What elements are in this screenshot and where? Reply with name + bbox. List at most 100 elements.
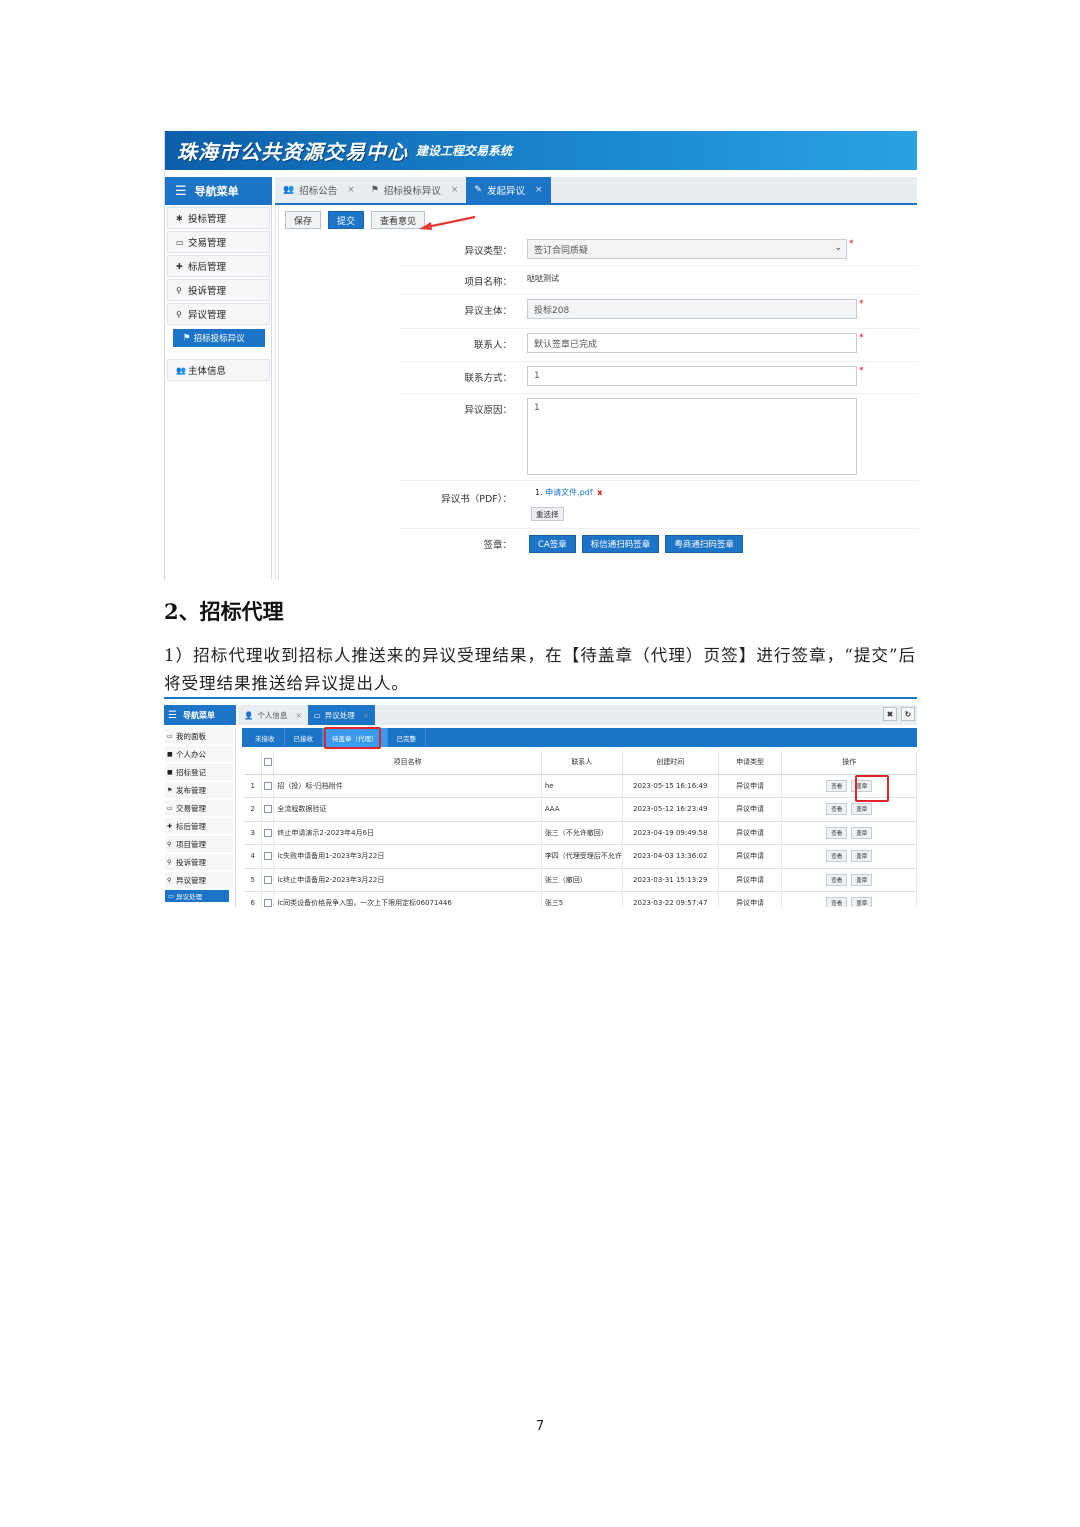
tab-objection-processing[interactable]: ▭ 异议处理 × bbox=[307, 705, 376, 725]
hamburger-icon: ☰ bbox=[168, 709, 177, 721]
yst-scan-sign-button[interactable]: 粤商通扫码签章 bbox=[665, 535, 743, 553]
menu-icon: ▭ bbox=[167, 732, 173, 740]
view-button[interactable]: 查看 bbox=[826, 779, 848, 792]
phone-field[interactable]: 1 bbox=[527, 366, 857, 386]
close-icon[interactable]: × bbox=[363, 711, 369, 720]
splitter[interactable] bbox=[275, 205, 279, 580]
checkbox-icon[interactable] bbox=[263, 828, 272, 837]
refresh-icon[interactable]: ↻ bbox=[901, 707, 915, 721]
seal-button[interactable]: 盖章 bbox=[851, 803, 873, 816]
subtab-not-received[interactable]: 未接收 bbox=[246, 728, 285, 747]
submit-button[interactable]: 提交 bbox=[328, 211, 365, 229]
seal-button[interactable]: 盖章 bbox=[851, 826, 873, 839]
nav-menu-title: 导航菜单 bbox=[182, 710, 215, 720]
view-button[interactable]: 查看 bbox=[826, 850, 848, 863]
monitor-icon: ▭ bbox=[313, 710, 321, 720]
seal-button[interactable]: 盖章 bbox=[851, 897, 873, 907]
bxt-scan-sign-button[interactable]: 标信通扫码签章 bbox=[581, 535, 660, 553]
row-number: 4 bbox=[244, 844, 263, 869]
created-time-cell: 2023-04-19 09:49:58 bbox=[622, 821, 719, 845]
sidebar-item-label: 我的面板 bbox=[176, 731, 206, 741]
select-all-checkbox[interactable] bbox=[261, 751, 275, 775]
objection-type-select[interactable]: 签订合同质疑 ⌄ bbox=[527, 239, 847, 259]
subtab-received[interactable]: 已接收 bbox=[285, 728, 323, 747]
sidebar-item-post-bid-management[interactable]: ✚ 标后管理 bbox=[167, 255, 270, 277]
sidebar-item[interactable]: ⚲ 项目管理 bbox=[165, 836, 233, 852]
sidebar-item-complaint-management[interactable]: ⚲ 投诉管理 bbox=[167, 279, 270, 301]
highlight-box-seal-button bbox=[855, 775, 889, 802]
sidebar-item[interactable]: ▭ 我的面板 bbox=[165, 728, 233, 744]
megaphone-icon: ⚑ bbox=[370, 185, 379, 195]
sidebar-item[interactable]: ⚑ 发布管理 bbox=[165, 782, 233, 798]
asterisk-icon: ✱ bbox=[176, 213, 183, 223]
row-checkbox[interactable] bbox=[261, 797, 275, 822]
save-button[interactable]: 保存 bbox=[285, 211, 322, 229]
objection-subject-field[interactable]: 投标208 bbox=[527, 299, 857, 319]
row-checkbox[interactable] bbox=[261, 844, 275, 869]
sidebar-item-label: 异议管理 bbox=[188, 310, 227, 321]
tab-initiate-objection[interactable]: ✎ 发起异议 × bbox=[466, 177, 551, 203]
close-icon[interactable]: × bbox=[347, 185, 355, 195]
screenshot-initiate-objection: 珠海市公共资源交易中心 建设工程交易系统 ☰ 导航菜单 👥 招标公告 × ⚑ 招… bbox=[164, 131, 918, 580]
tab-tender-notice[interactable]: 👥 招标公告 × bbox=[275, 177, 363, 203]
sidebar-subitem-tender-objection[interactable]: ⚑ 招标投标异议 bbox=[173, 329, 265, 347]
link-icon: ⚲ bbox=[176, 285, 182, 295]
sidebar-item-trade-management[interactable]: ▭ 交易管理 bbox=[167, 231, 270, 253]
seal-button[interactable]: 盖章 bbox=[851, 850, 873, 863]
contact-cell: he bbox=[541, 774, 623, 798]
checkbox-icon[interactable] bbox=[263, 875, 272, 884]
pdf-file-link[interactable]: 申请文件.pdf bbox=[545, 488, 593, 497]
checkbox-icon[interactable] bbox=[263, 781, 272, 790]
edit-icon: ✎ bbox=[474, 185, 482, 195]
view-button[interactable]: 查看 bbox=[826, 873, 848, 886]
nav-menu-header[interactable]: ☰ 导航菜单 bbox=[164, 705, 236, 725]
reason-textarea[interactable]: 1 bbox=[527, 398, 857, 475]
subtab-completed[interactable]: 已完整 bbox=[388, 728, 426, 747]
sidebar-item[interactable]: ⚲ 投诉管理 bbox=[165, 854, 233, 870]
view-button[interactable]: 查看 bbox=[826, 826, 848, 839]
ca-sign-button[interactable]: CA签章 bbox=[529, 535, 576, 553]
close-icon[interactable]: × bbox=[295, 711, 301, 720]
row-checkbox[interactable] bbox=[261, 868, 275, 892]
close-icon[interactable]: × bbox=[535, 185, 543, 195]
sidebar-item[interactable]: ■ 个人办公 bbox=[165, 746, 233, 762]
sidebar-item-entity-info[interactable]: 👥 主体信息 bbox=[167, 359, 270, 381]
sidebar-item[interactable]: ⚲ 异议管理 bbox=[165, 872, 233, 888]
sidebar-item[interactable]: ■ 招标登记 bbox=[165, 764, 233, 780]
table-header-row: 项目名称 联系人 创建时间 申请类型 操作 bbox=[244, 751, 917, 775]
tab-personal-info[interactable]: 👤 个人信息 × bbox=[238, 705, 308, 725]
reselect-button[interactable]: 重选择 bbox=[531, 507, 564, 521]
sidebar-item-label: 招标登记 bbox=[176, 767, 206, 777]
sidebar-item-objection-management[interactable]: ⚲ 异议管理 bbox=[167, 303, 270, 325]
row-checkbox[interactable] bbox=[261, 774, 275, 798]
tab-tender-objection[interactable]: ⚑ 招标投标异议 × bbox=[363, 177, 467, 203]
checkbox-icon[interactable] bbox=[263, 805, 272, 814]
checkbox-icon[interactable] bbox=[263, 852, 272, 861]
view-button[interactable]: 查看 bbox=[826, 803, 848, 816]
menu-icon: ⚲ bbox=[167, 858, 172, 866]
field-label: 异议类型： bbox=[464, 246, 512, 257]
checkbox-icon[interactable] bbox=[263, 758, 272, 767]
nav-menu-header[interactable]: ☰ 导航菜单 bbox=[165, 177, 272, 205]
required-mark: * bbox=[859, 333, 864, 343]
contact-field[interactable]: 默认签章已完成 bbox=[527, 333, 857, 353]
close-all-icon[interactable]: ✖ bbox=[883, 707, 897, 721]
row-checkbox[interactable] bbox=[261, 821, 275, 845]
row-checkbox[interactable] bbox=[261, 891, 275, 907]
close-icon[interactable]: × bbox=[451, 185, 459, 195]
column-header: 创建时间 bbox=[622, 751, 719, 775]
contact-cell: 李四（代理受理后不允许 bbox=[541, 844, 623, 869]
checkbox-icon[interactable] bbox=[263, 899, 272, 907]
tab-label: 招标公告 bbox=[299, 186, 338, 197]
users-icon: 👥 bbox=[283, 185, 295, 195]
sidebar-item[interactable]: ✚ 标后管理 bbox=[165, 818, 233, 834]
view-button[interactable]: 查看 bbox=[826, 897, 848, 907]
field-label: 联系人： bbox=[473, 340, 512, 351]
sidebar-item-bid-management[interactable]: ✱ 投标管理 bbox=[167, 207, 270, 229]
sidebar-item[interactable]: ▭ 交易管理 bbox=[165, 800, 233, 816]
field-label: 项目名称： bbox=[464, 277, 512, 288]
sidebar-subitem-objection-processing[interactable]: ▭ 异议处理 bbox=[165, 890, 229, 902]
seal-button[interactable]: 盖章 bbox=[851, 873, 873, 886]
contact-cell: 张三（撤回） bbox=[541, 868, 623, 892]
remove-icon[interactable]: x bbox=[597, 488, 602, 497]
